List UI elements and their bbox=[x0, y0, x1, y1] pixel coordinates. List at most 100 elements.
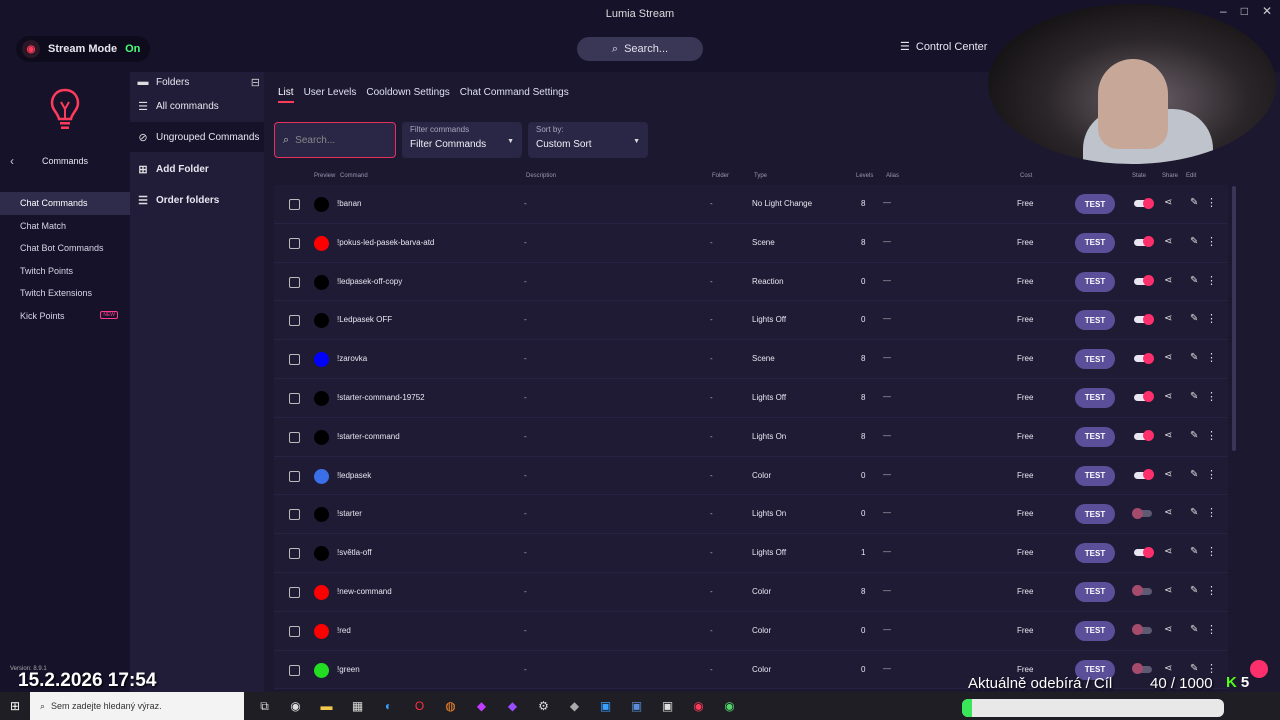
more-options-icon[interactable]: ⋮ bbox=[1206, 274, 1217, 287]
lumia-icon[interactable]: ◉ bbox=[690, 699, 707, 714]
more-options-icon[interactable]: ⋮ bbox=[1206, 545, 1217, 558]
preview-color-swatch[interactable] bbox=[314, 507, 329, 523]
state-toggle[interactable] bbox=[1132, 624, 1152, 636]
test-button[interactable]: TEST bbox=[1075, 620, 1115, 641]
more-options-icon[interactable]: ⋮ bbox=[1206, 623, 1217, 636]
share-icon[interactable]: ⋖ bbox=[1164, 236, 1172, 247]
table-row[interactable]: !ledpasek-off-copy - - Reaction 0 — Free TEST ⋖ ✎… bbox=[274, 262, 1228, 302]
row-checkbox[interactable] bbox=[289, 586, 300, 598]
state-toggle[interactable] bbox=[1134, 313, 1154, 325]
tab-user-levels[interactable]: User Levels bbox=[304, 87, 357, 103]
folder-all-commands[interactable]: ☰ All commands bbox=[136, 100, 219, 113]
store-icon[interactable]: ▦ bbox=[349, 699, 366, 714]
row-checkbox[interactable] bbox=[289, 199, 300, 210]
share-icon[interactable]: ⋖ bbox=[1164, 352, 1172, 363]
table-row[interactable]: !ledpasek - - Color 0 — Free TEST ⋖ ✎ ⋮ bbox=[274, 456, 1228, 496]
more-options-icon[interactable]: ⋮ bbox=[1206, 312, 1217, 325]
maximize-icon[interactable]: □ bbox=[1241, 4, 1248, 18]
more-options-icon[interactable]: ⋮ bbox=[1206, 468, 1217, 481]
taskbar-search[interactable]: ⌕ Sem zadejte hledaný výraz. bbox=[30, 692, 244, 720]
table-row[interactable]: !new-command - - Color 8 — Free TEST ⋖ ✎ ⋮ bbox=[274, 572, 1228, 612]
sidebar-item-chat-match[interactable]: Chat Match bbox=[0, 215, 130, 238]
edit-icon[interactable]: ✎ bbox=[1190, 430, 1198, 441]
global-search-button[interactable]: ⌕ Search... bbox=[577, 37, 703, 61]
tab-list[interactable]: List bbox=[278, 87, 294, 103]
row-checkbox[interactable] bbox=[289, 237, 300, 249]
state-toggle[interactable] bbox=[1134, 546, 1154, 558]
more-options-icon[interactable]: ⋮ bbox=[1206, 584, 1217, 597]
app-icon[interactable]: ◆ bbox=[504, 699, 521, 714]
test-button[interactable]: TEST bbox=[1075, 504, 1115, 525]
share-icon[interactable]: ⋖ bbox=[1164, 507, 1172, 518]
table-row[interactable]: !pokus-led-pasek-barva-atd - - Scene 8 — Free T… bbox=[274, 223, 1228, 263]
table-row[interactable]: !zarovka - - Scene 8 — Free TEST ⋖ ✎ ⋮ bbox=[274, 340, 1228, 379]
collapse-panel-icon[interactable]: ⊟ bbox=[251, 76, 260, 89]
sort-select[interactable]: Sort by: Custom Sort ▼ bbox=[528, 122, 648, 158]
app-icon[interactable]: ▣ bbox=[597, 699, 614, 714]
state-toggle[interactable] bbox=[1134, 469, 1154, 481]
test-button[interactable]: TEST bbox=[1075, 194, 1115, 214]
table-row[interactable]: !starter-command - - Lights On 8 — Free TEST ⋖ ✎ ⋮ bbox=[274, 417, 1228, 457]
preview-color-swatch[interactable] bbox=[314, 468, 329, 484]
more-options-icon[interactable]: ⋮ bbox=[1206, 351, 1217, 364]
preview-color-swatch[interactable] bbox=[314, 390, 329, 406]
folder-ungrouped-commands[interactable]: ⊘ Ungrouped Commands bbox=[130, 122, 264, 152]
preview-color-swatch[interactable] bbox=[314, 546, 329, 562]
test-button[interactable]: TEST bbox=[1075, 465, 1115, 486]
row-checkbox[interactable] bbox=[289, 431, 300, 443]
row-checkbox[interactable] bbox=[289, 548, 300, 560]
header-type[interactable]: Type bbox=[754, 173, 767, 179]
sidebar-item-chat-commands[interactable]: Chat Commands bbox=[0, 192, 130, 215]
share-icon[interactable]: ⋖ bbox=[1164, 197, 1172, 208]
state-toggle[interactable] bbox=[1132, 663, 1152, 675]
sidebar-item-kick-points[interactable]: Kick Points NEW bbox=[0, 305, 130, 328]
preview-color-swatch[interactable] bbox=[314, 313, 329, 329]
control-center-button[interactable]: ☰ Control Center bbox=[900, 40, 987, 54]
edit-icon[interactable]: ✎ bbox=[1190, 546, 1198, 557]
edit-icon[interactable]: ✎ bbox=[1190, 236, 1198, 247]
edit-icon[interactable]: ✎ bbox=[1190, 275, 1198, 286]
table-row[interactable]: !banan - - No Light Change 8 — Free TEST ⋖ ✎ ⋮ bbox=[274, 185, 1228, 224]
tab-cooldown-settings[interactable]: Cooldown Settings bbox=[366, 87, 449, 103]
share-icon[interactable]: ⋖ bbox=[1164, 585, 1172, 596]
app-icon[interactable]: ◉ bbox=[721, 699, 738, 714]
test-button[interactable]: TEST bbox=[1075, 232, 1115, 253]
more-options-icon[interactable]: ⋮ bbox=[1206, 390, 1217, 403]
scrollbar[interactable] bbox=[1232, 186, 1236, 451]
preview-color-swatch[interactable] bbox=[314, 274, 329, 290]
table-row[interactable]: !starter - - Lights On 0 — Free TEST ⋖ ✎ ⋮ bbox=[274, 495, 1228, 535]
share-icon[interactable]: ⋖ bbox=[1164, 313, 1172, 324]
preview-color-swatch[interactable] bbox=[314, 352, 329, 368]
state-toggle[interactable] bbox=[1134, 197, 1154, 209]
app-icon[interactable]: ◆ bbox=[566, 699, 583, 714]
edit-icon[interactable]: ✎ bbox=[1190, 352, 1198, 363]
row-checkbox[interactable] bbox=[289, 315, 300, 327]
share-icon[interactable]: ⋖ bbox=[1164, 546, 1172, 557]
app-icon[interactable]: ◆ bbox=[473, 699, 490, 714]
state-toggle[interactable] bbox=[1132, 585, 1152, 597]
sidebar-item-chat-bot-commands[interactable]: Chat Bot Commands bbox=[0, 237, 130, 260]
state-toggle[interactable] bbox=[1134, 352, 1154, 364]
row-checkbox[interactable] bbox=[289, 664, 300, 676]
test-button[interactable]: TEST bbox=[1075, 271, 1115, 292]
share-icon[interactable]: ⋖ bbox=[1164, 430, 1172, 441]
test-button[interactable]: TEST bbox=[1075, 349, 1115, 370]
opera-icon[interactable]: O bbox=[411, 699, 428, 714]
row-checkbox[interactable] bbox=[289, 625, 300, 637]
test-button[interactable]: TEST bbox=[1075, 426, 1115, 447]
row-checkbox[interactable] bbox=[289, 470, 300, 482]
filter-commands-select[interactable]: Filter commands Filter Commands ▼ bbox=[402, 122, 522, 158]
minimize-icon[interactable]: – bbox=[1220, 4, 1227, 18]
test-button[interactable]: TEST bbox=[1075, 310, 1115, 331]
edge-icon[interactable]: ◐ bbox=[380, 699, 397, 714]
row-checkbox[interactable] bbox=[289, 354, 300, 366]
table-row[interactable]: !světla-off - - Lights Off 1 — Free TEST ⋖ ✎ ⋮ bbox=[274, 534, 1228, 573]
row-checkbox[interactable] bbox=[289, 276, 300, 288]
file-explorer-icon[interactable]: ▬ bbox=[318, 699, 335, 714]
close-icon[interactable]: ✕ bbox=[1262, 4, 1272, 18]
state-toggle[interactable] bbox=[1134, 430, 1154, 442]
sidebar-item-twitch-extensions[interactable]: Twitch Extensions bbox=[0, 282, 130, 305]
preview-color-swatch[interactable] bbox=[314, 197, 329, 212]
share-icon[interactable]: ⋖ bbox=[1164, 275, 1172, 286]
header-command[interactable]: Command bbox=[340, 173, 368, 179]
